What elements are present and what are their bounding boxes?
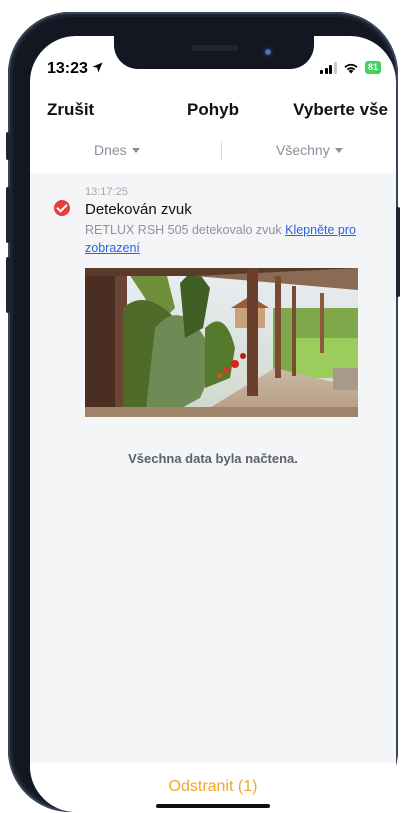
bottom-bar: Odstranit (1) — [30, 763, 396, 812]
event-thumbnail[interactable] — [85, 268, 358, 417]
select-all-button[interactable]: Vyberte vše — [293, 100, 388, 120]
front-camera — [262, 46, 274, 58]
power-button — [396, 207, 400, 297]
selected-check-icon[interactable] — [54, 200, 70, 216]
event-time: 13:17:25 — [85, 186, 128, 198]
caret-down-icon — [131, 147, 140, 153]
screen: 13:23 81 Zrušit Pohyb Vyberte vše Dnes V… — [30, 36, 396, 812]
nav-header: Zrušit Pohyb Vyberte vše — [30, 100, 396, 124]
list-end-message: Všechna data byla načtena. — [128, 451, 298, 466]
speaker-grille — [192, 45, 238, 51]
date-filter-dropdown[interactable]: Dnes — [94, 142, 140, 158]
location-arrow-icon — [92, 62, 103, 73]
status-icons: 81 — [320, 61, 381, 74]
notch — [114, 36, 314, 69]
battery-indicator: 81 — [364, 61, 381, 74]
home-indicator[interactable] — [156, 804, 270, 808]
wifi-icon — [344, 63, 358, 73]
garden-photo — [85, 268, 358, 417]
filter-bar: Dnes Všechny — [30, 142, 396, 164]
event-list: 13:17:25 Detekován zvuk RETLUX RSH 505 d… — [30, 173, 396, 763]
event-description-text: RETLUX RSH 505 detekovalo zvuk — [85, 223, 282, 237]
delete-button[interactable]: Odstranit (1) — [30, 778, 396, 796]
event-description: RETLUX RSH 505 detekovalo zvuk Klepněte … — [85, 221, 375, 257]
date-filter-label: Dnes — [94, 142, 127, 158]
cellular-signal-icon — [320, 61, 337, 74]
volume-up-button — [6, 187, 10, 243]
mute-switch — [6, 132, 10, 160]
filter-divider — [221, 142, 222, 160]
time-text: 13:23 — [47, 60, 88, 77]
event-title: Detekován zvuk — [85, 201, 192, 218]
type-filter-label: Všechny — [276, 142, 330, 158]
cancel-button[interactable]: Zrušit — [47, 100, 94, 120]
type-filter-dropdown[interactable]: Všechny — [276, 142, 343, 158]
caret-down-icon — [334, 147, 343, 153]
status-time: 13:23 — [47, 60, 103, 78]
volume-down-button — [6, 257, 10, 313]
phone-frame: 13:23 81 Zrušit Pohyb Vyberte vše Dnes V… — [6, 12, 400, 812]
